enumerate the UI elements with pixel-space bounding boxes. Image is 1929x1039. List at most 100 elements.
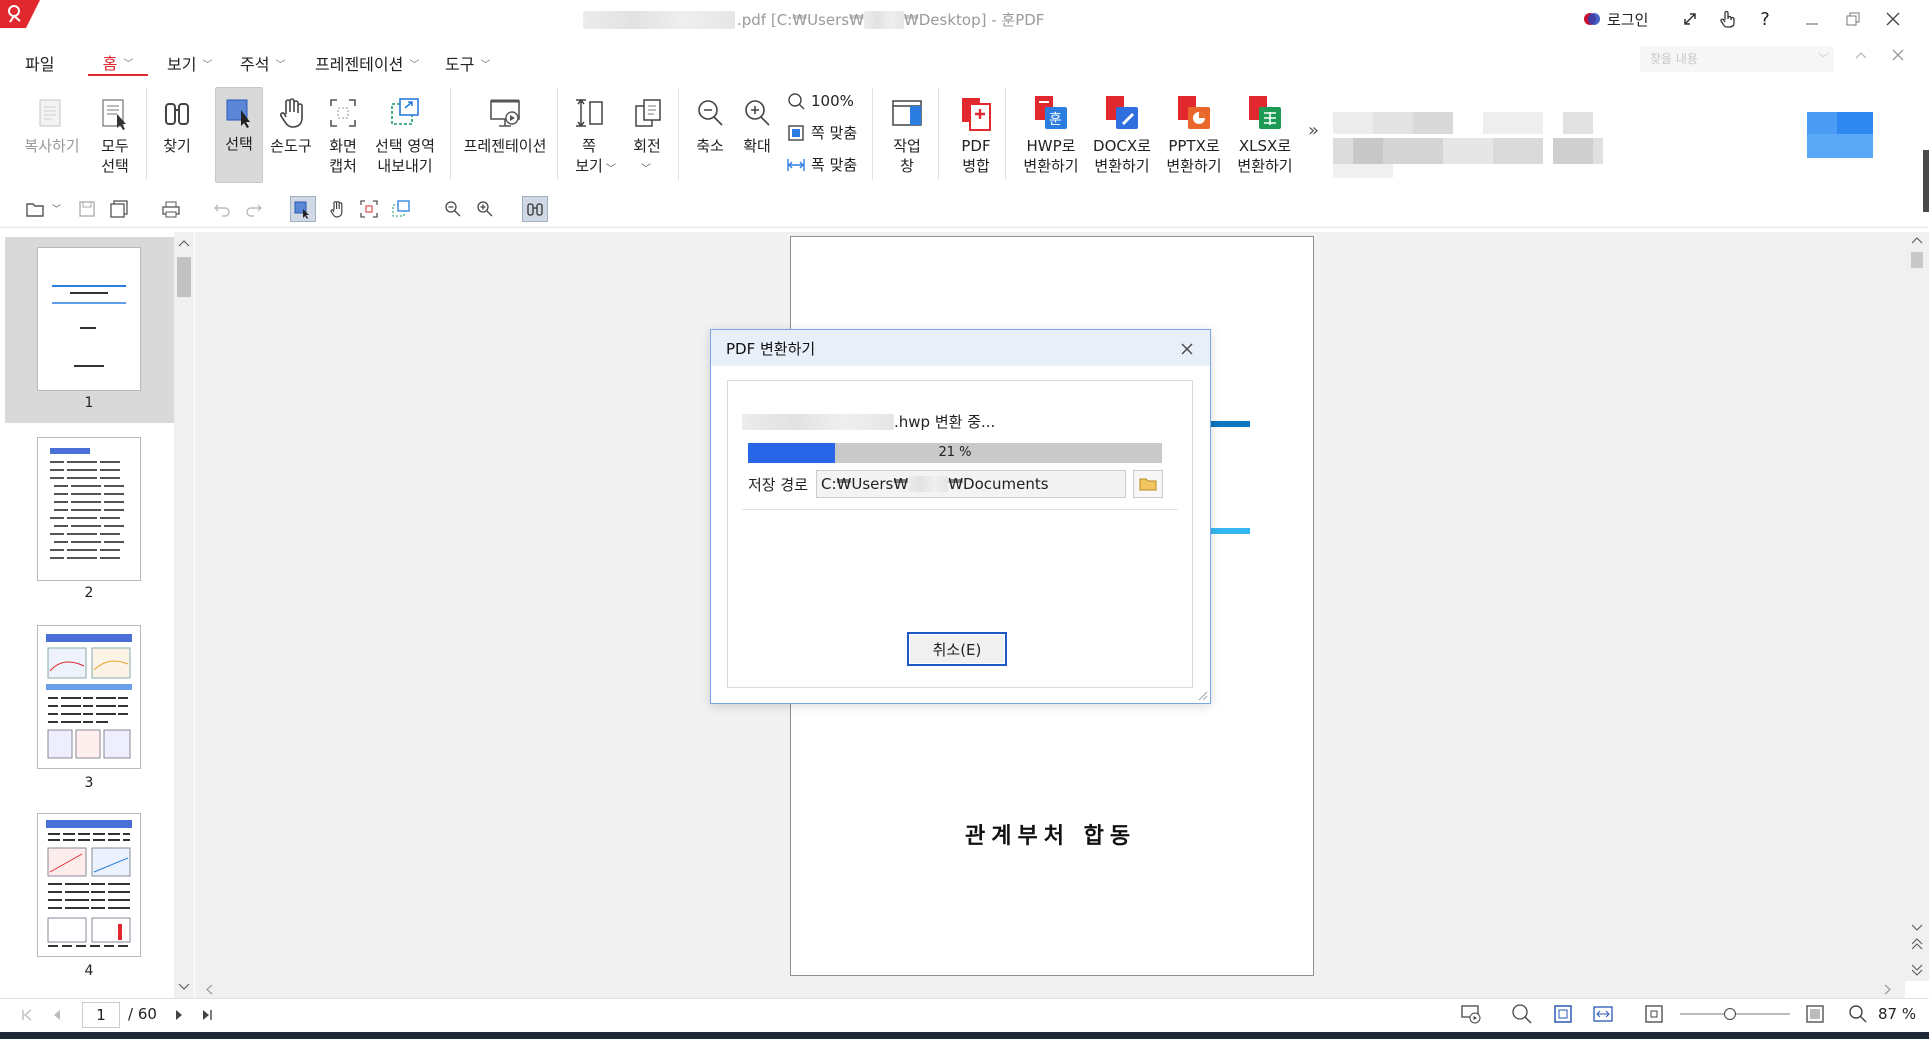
page-footer-text: 관계부처 합동 — [965, 824, 1137, 849]
status-zoom-100-icon[interactable] — [1511, 1003, 1533, 1025]
save-all-icon[interactable] — [106, 196, 132, 222]
search-input[interactable]: 찾을 내용 — [1640, 46, 1834, 72]
page-view-button[interactable]: 쪽 보기 — [567, 90, 611, 176]
document-vertical-scrollbar[interactable] — [1905, 232, 1929, 981]
work-window-button[interactable]: 작업 창 — [884, 90, 930, 176]
convert-hwp-button[interactable]: 훈 HWP로 변환하기 — [1018, 90, 1084, 176]
tab-tools-label: 도구 — [445, 55, 475, 74]
undo-icon[interactable] — [209, 196, 235, 222]
chevron-down-icon[interactable]: ﹀ — [606, 160, 616, 175]
login-button[interactable]: 로그인 — [1583, 7, 1648, 31]
search-dropdown-icon[interactable]: ﹀ — [1818, 50, 1829, 66]
browse-folder-button[interactable] — [1133, 470, 1163, 498]
select-all-button[interactable]: 모두 선택 — [92, 90, 138, 176]
quick-hand-icon[interactable] — [324, 196, 350, 222]
select-tool-label: 선택 — [225, 135, 253, 153]
status-fit-width-icon[interactable] — [1592, 1003, 1614, 1025]
thumbnail-page[interactable] — [37, 437, 141, 581]
thumbnail-page[interactable] — [37, 625, 141, 769]
zoom-in-button[interactable]: 확대 — [735, 90, 779, 156]
pptx-convert-icon — [1174, 90, 1214, 136]
convert-docx-button[interactable]: DOCX로 변환하기 — [1090, 90, 1154, 176]
touch-mode-icon[interactable] — [1712, 6, 1742, 32]
tab-annotation[interactable]: 주석 ﹀ — [240, 50, 285, 76]
presentation-mode-icon[interactable] — [1460, 1003, 1482, 1025]
close-doc-icon[interactable] — [1891, 48, 1905, 62]
quick-export-icon[interactable] — [388, 196, 414, 222]
rotate-button[interactable]: 회전 — [624, 90, 670, 156]
next-page-icon[interactable] — [172, 1008, 186, 1022]
last-page-icon[interactable] — [200, 1008, 214, 1022]
select-all-label: 모두 선택 — [101, 137, 129, 175]
close-window-icon[interactable] — [1878, 6, 1908, 32]
zoom-slider[interactable] — [1680, 1004, 1790, 1024]
screen-capture-label: 화면 캡처 — [329, 137, 357, 175]
document-horizontal-scrollbar[interactable] — [195, 981, 1905, 998]
thumbnail-scrollbar[interactable] — [174, 232, 194, 998]
advertisement-banner[interactable] — [1333, 108, 1873, 178]
cancel-button[interactable]: 취소(E) — [907, 632, 1007, 666]
zoom-options-icon[interactable] — [1804, 1003, 1826, 1025]
first-page-icon[interactable] — [20, 1008, 34, 1022]
select-tool-button[interactable]: 선택 — [215, 87, 263, 183]
thumbnail-page[interactable] — [37, 247, 141, 391]
redo-icon[interactable] — [241, 196, 267, 222]
fit-width-button[interactable]: 폭 맞춤 — [787, 154, 857, 175]
copy-button[interactable]: 복사하기 — [22, 90, 82, 156]
find-button[interactable]: 찾기 — [154, 90, 200, 156]
menu-file[interactable]: 파일 — [25, 50, 54, 76]
fit-page-label: 쪽 맞춤 — [811, 124, 858, 142]
hand-tool-button[interactable]: 손도구 — [268, 90, 314, 156]
tab-tools[interactable]: 도구 ﹀ — [445, 50, 490, 76]
zoom-slider-thumb[interactable] — [1724, 1008, 1737, 1020]
chevron-down-icon[interactable]: ﹀ — [52, 202, 61, 215]
pdf-merge-button[interactable]: PDF 병합 — [953, 90, 999, 176]
expand-icon[interactable] — [1675, 6, 1705, 32]
export-area-button[interactable]: 선택 영역 내보내기 — [370, 90, 440, 176]
minimize-icon[interactable] — [1797, 6, 1827, 32]
actual-size-icon[interactable] — [1643, 1003, 1665, 1025]
save-icon[interactable] — [74, 196, 100, 222]
zoom-100-button[interactable]: 100% — [787, 92, 854, 110]
status-fit-page-icon[interactable] — [1552, 1003, 1574, 1025]
quick-zoom-out-icon[interactable] — [440, 196, 466, 222]
resize-grip-icon[interactable] — [1196, 689, 1208, 701]
quick-binoculars-icon[interactable] — [522, 196, 548, 222]
convert-xlsx-button[interactable]: XLSX로 변환하기 — [1233, 90, 1297, 176]
ribbon-divider — [938, 88, 939, 180]
convert-pptx-button[interactable]: PPTX로 변환하기 — [1162, 90, 1226, 176]
save-path-prefix: C:₩Users₩ — [821, 475, 909, 493]
restore-icon[interactable] — [1838, 6, 1868, 32]
quick-capture-icon[interactable] — [356, 196, 382, 222]
print-icon[interactable] — [158, 196, 184, 222]
thumbnail-page-number: 1 — [84, 395, 94, 411]
collapse-ribbon-icon[interactable] — [1854, 48, 1868, 62]
redacted-filename — [583, 10, 735, 29]
save-path-field[interactable]: C:₩Users₩ ₩Documents — [816, 470, 1126, 498]
presentation-button[interactable]: 프레젠테이션 — [460, 90, 550, 156]
quick-select-icon[interactable] — [290, 196, 316, 222]
thumbnail-page-number: 2 — [84, 585, 94, 601]
tab-view[interactable]: 보기 ﹀ — [167, 50, 212, 76]
login-icon — [1584, 13, 1600, 25]
fit-page-button[interactable]: 쪽 맞춤 — [787, 122, 857, 143]
ribbon-more-icon[interactable]: » — [1308, 120, 1319, 141]
tab-home[interactable]: 홈 ﹀ — [88, 50, 148, 76]
current-page-input[interactable]: 1 — [82, 1002, 120, 1028]
zoom-search-icon[interactable] — [1848, 1004, 1868, 1024]
window-title-path: .pdf [C:₩Users₩ — [737, 10, 864, 29]
chevron-down-icon[interactable]: ﹀ — [641, 160, 651, 175]
app-logo[interactable] — [0, 0, 40, 28]
open-folder-icon[interactable] — [22, 196, 48, 222]
screen-capture-button[interactable]: 화면 캡처 — [322, 90, 364, 176]
previous-page-icon[interactable] — [50, 1008, 64, 1022]
zoom-out-button[interactable]: 축소 — [688, 90, 732, 156]
quick-zoom-in-icon[interactable] — [472, 196, 498, 222]
select-all-icon — [95, 90, 135, 136]
thumbnail-page[interactable] — [37, 813, 141, 957]
help-icon[interactable]: ? — [1750, 6, 1780, 32]
tab-presentation[interactable]: 프레젠테이션 ﹀ — [315, 50, 419, 76]
dialog-divider — [742, 509, 1178, 510]
page-view-icon — [569, 90, 609, 136]
dialog-close-icon[interactable] — [1175, 337, 1199, 361]
